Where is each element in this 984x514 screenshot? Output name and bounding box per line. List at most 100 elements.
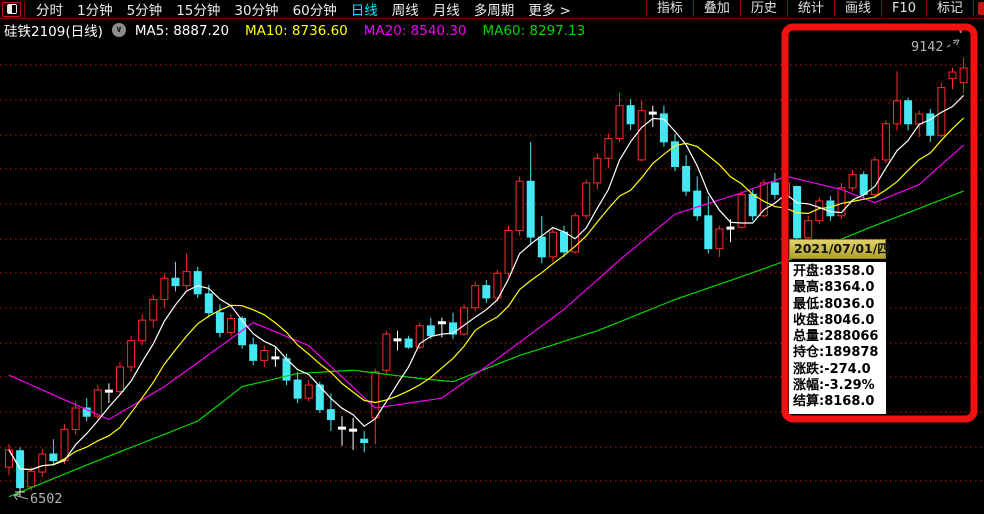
period-tab-4[interactable]: 15分钟 (176, 0, 220, 19)
candle[interactable] (871, 160, 878, 195)
candle[interactable] (205, 294, 212, 313)
candle[interactable] (39, 454, 46, 472)
candle[interactable] (216, 313, 223, 333)
candle[interactable] (649, 112, 656, 114)
collapse-handle-icon[interactable] (978, 2, 984, 15)
candle[interactable] (228, 318, 235, 332)
candle[interactable] (105, 390, 112, 392)
candle[interactable] (638, 111, 645, 160)
candle[interactable] (694, 191, 701, 216)
candle[interactable] (483, 286, 490, 298)
candle[interactable] (549, 232, 556, 257)
candle[interactable] (61, 429, 68, 460)
high-arrow (957, 40, 960, 45)
candle[interactable] (139, 320, 146, 341)
period-tab-5[interactable]: 30分钟 (234, 0, 278, 19)
candle[interactable] (538, 237, 545, 257)
candle[interactable] (372, 372, 379, 418)
candle[interactable] (261, 350, 268, 360)
candle[interactable] (894, 101, 901, 124)
chevron-down-icon[interactable]: ∨ (112, 23, 126, 37)
candle[interactable] (838, 188, 845, 216)
candle[interactable] (660, 114, 667, 142)
candle[interactable] (250, 345, 257, 361)
period-tab-7[interactable]: 日线 (351, 0, 378, 19)
candle[interactable] (194, 272, 201, 294)
candle[interactable] (816, 201, 823, 221)
instrument-title: 硅铁2109(日线) (4, 20, 103, 40)
tooltip-row-总量: 总量:288066 (793, 329, 886, 345)
toolbar-button-统计[interactable]: 统计 (787, 0, 834, 17)
candle[interactable] (272, 357, 279, 359)
candle[interactable] (527, 181, 534, 237)
candle[interactable] (905, 101, 912, 124)
period-tab-8[interactable]: 周线 (392, 0, 419, 19)
candle[interactable] (117, 367, 124, 392)
tooltip-body: 开盘:8358.0最高:8364.0最低:8036.0收盘:8046.0总量:2… (789, 262, 886, 414)
candle[interactable] (150, 300, 157, 321)
candle[interactable] (72, 408, 79, 429)
candle[interactable] (461, 308, 468, 334)
period-tabs: 分时 1分钟 5分钟 15分钟 30分钟 60分钟日线周线月线多周期更多 > (29, 0, 578, 19)
candle[interactable] (427, 326, 434, 336)
candle[interactable] (960, 68, 967, 83)
period-tab-11[interactable]: 更多 > (528, 0, 571, 19)
candle[interactable] (605, 139, 612, 159)
candle[interactable] (916, 114, 923, 124)
candle[interactable] (405, 339, 412, 347)
candle[interactable] (305, 385, 312, 398)
candle[interactable] (516, 181, 523, 230)
candle[interactable] (6, 450, 13, 467)
candle[interactable] (383, 334, 390, 370)
period-tab-3[interactable]: 5分钟 (127, 0, 163, 19)
candle[interactable] (716, 229, 723, 249)
candle[interactable] (805, 221, 812, 238)
candle[interactable] (172, 278, 179, 285)
candle[interactable] (561, 232, 568, 252)
candle[interactable] (949, 72, 956, 79)
candle[interactable] (128, 341, 135, 367)
candle[interactable] (161, 278, 168, 299)
candle[interactable] (183, 272, 190, 286)
candle[interactable] (627, 106, 634, 124)
candle[interactable] (616, 106, 623, 139)
candle[interactable] (350, 429, 357, 431)
layout-icon[interactable] (2, 2, 21, 17)
ma-legend: MA5: 8887.20MA10: 8736.60MA20: 8540.30MA… (135, 20, 601, 39)
period-tab-10[interactable]: 多周期 (474, 0, 515, 19)
candle[interactable] (749, 194, 756, 215)
period-tab-1[interactable]: 分时 (36, 0, 63, 19)
candle[interactable] (705, 216, 712, 249)
candle[interactable] (472, 286, 479, 308)
candle[interactable] (882, 124, 889, 160)
toolbar-button-F10[interactable]: F10 (881, 0, 926, 17)
toolbar: 分时 1分钟 5分钟 15分钟 30分钟 60分钟日线周线月线多周期更多 > 指标叠加历史… (0, 0, 984, 19)
candle[interactable] (860, 175, 867, 195)
period-tab-9[interactable]: 月线 (433, 0, 460, 19)
toolbar-button-叠加[interactable]: 叠加 (693, 0, 740, 17)
candle[interactable] (94, 390, 101, 416)
candle[interactable] (327, 410, 334, 420)
candle[interactable] (50, 454, 57, 461)
candle[interactable] (771, 183, 778, 195)
candle[interactable] (339, 427, 346, 429)
candle[interactable] (594, 158, 601, 183)
candle[interactable] (394, 339, 401, 341)
candle[interactable] (727, 227, 734, 229)
toolbar-button-历史[interactable]: 历史 (740, 0, 787, 17)
period-tab-2[interactable]: 1分钟 (77, 0, 113, 19)
candle[interactable] (438, 322, 445, 324)
candle[interactable] (683, 166, 690, 191)
candle[interactable] (927, 114, 934, 135)
candle[interactable] (849, 175, 856, 188)
toolbar-button-画线[interactable]: 画线 (834, 0, 881, 17)
toolbar-button-指标[interactable]: 指标 (646, 0, 693, 17)
candle[interactable] (827, 201, 834, 216)
candle[interactable] (361, 439, 368, 442)
toolbar-button-标记[interactable]: 标记 (926, 0, 974, 17)
candle[interactable] (583, 183, 590, 216)
candle[interactable] (505, 231, 512, 274)
candle[interactable] (294, 380, 301, 398)
period-tab-6[interactable]: 60分钟 (293, 0, 337, 19)
candle[interactable] (28, 471, 35, 487)
